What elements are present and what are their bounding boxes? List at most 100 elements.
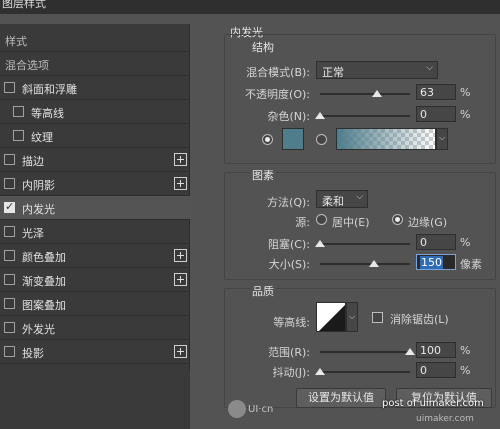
add-style-icon[interactable] xyxy=(174,345,187,358)
gradient-radio[interactable] xyxy=(316,134,327,145)
blend-mode-select[interactable]: 正常 ⌵ xyxy=(316,61,438,79)
technique-value: 柔和 xyxy=(322,195,344,208)
styles-header-label: 样式 xyxy=(5,35,27,48)
jitter-slider-thumb[interactable] xyxy=(315,368,325,375)
style-item[interactable]: 等高线 xyxy=(0,100,190,124)
contour-preview[interactable] xyxy=(316,302,346,332)
style-item[interactable]: 图案叠加 xyxy=(0,292,190,316)
range-slider[interactable] xyxy=(320,351,410,353)
gradient-dropdown-button[interactable]: ⌵ xyxy=(436,128,448,150)
noise-slider-thumb[interactable] xyxy=(315,112,325,119)
jitter-value: 0 xyxy=(420,364,427,377)
size-input[interactable]: 150 xyxy=(416,254,456,270)
style-item-label: 斜面和浮雕 xyxy=(22,83,77,96)
jitter-slider[interactable] xyxy=(320,371,410,373)
elements-title: 图素 xyxy=(250,167,276,183)
range-input[interactable]: 100 xyxy=(416,342,456,358)
add-style-icon[interactable] xyxy=(174,273,187,286)
glow-color-swatch[interactable] xyxy=(282,128,304,150)
noise-value: 0 xyxy=(420,108,427,121)
range-slider-thumb[interactable] xyxy=(405,348,415,355)
styles-list-bottom xyxy=(0,370,190,429)
style-checkbox[interactable] xyxy=(4,274,15,285)
choke-value: 0 xyxy=(420,236,427,249)
size-slider-thumb[interactable] xyxy=(369,260,379,267)
jitter-input[interactable]: 0 xyxy=(416,362,456,378)
choke-slider-thumb[interactable] xyxy=(315,240,325,247)
antialias-label: 消除锯齿(L) xyxy=(390,313,449,326)
set-default-button[interactable]: 设置为默认值 xyxy=(296,388,386,408)
style-item[interactable]: 投影 xyxy=(0,340,190,364)
source-edge-label: 边缘(G) xyxy=(408,216,448,229)
style-checkbox[interactable] xyxy=(4,154,15,165)
style-item-label: 内发光 xyxy=(22,203,55,216)
style-item[interactable]: 光泽 xyxy=(0,220,190,244)
styles-list: 样式 混合选项 斜面和浮雕等高线纹理描边内阴影内发光光泽颜色叠加渐变叠加图案叠加… xyxy=(0,24,190,429)
add-style-icon[interactable] xyxy=(174,153,187,166)
contour-curve-icon xyxy=(319,305,345,331)
chevron-down-icon: ⌵ xyxy=(439,133,446,142)
opacity-slider[interactable] xyxy=(320,93,410,95)
blending-options-item[interactable]: 混合选项 xyxy=(0,52,190,76)
size-slider[interactable] xyxy=(320,263,410,265)
blend-mode-value: 正常 xyxy=(322,66,344,79)
source-edge-radio[interactable] xyxy=(392,214,403,225)
dialog-title: 图层样式 xyxy=(2,0,46,10)
style-item-label: 光泽 xyxy=(22,227,44,240)
watermark-right-top: post of uimaker.com xyxy=(382,398,484,409)
style-checkbox[interactable] xyxy=(13,106,24,117)
choke-unit: % xyxy=(460,236,471,249)
contour-dropdown-button[interactable]: ⌵ xyxy=(346,302,358,332)
technique-label: 方法(Q): xyxy=(267,196,310,209)
noise-slider[interactable] xyxy=(320,115,410,117)
source-label: 源: xyxy=(295,216,310,229)
noise-input[interactable]: 0 xyxy=(416,106,456,122)
style-item[interactable]: 颜色叠加 xyxy=(0,244,190,268)
choke-label: 阻塞(C): xyxy=(268,238,310,251)
choke-slider[interactable] xyxy=(320,243,410,245)
style-item[interactable]: 内阴影 xyxy=(0,172,190,196)
style-item[interactable]: 描边 xyxy=(0,148,190,172)
opacity-input[interactable]: 63 xyxy=(416,84,456,100)
style-item[interactable]: 内发光 xyxy=(0,196,190,220)
source-center-radio[interactable] xyxy=(316,214,327,225)
style-checkbox[interactable] xyxy=(4,178,15,189)
style-item[interactable]: 外发光 xyxy=(0,316,190,340)
style-item[interactable]: 纹理 xyxy=(0,124,190,148)
style-checkbox[interactable] xyxy=(4,82,15,93)
dialog-title-bar: 图层样式 xyxy=(0,0,500,14)
solid-color-radio[interactable] xyxy=(262,134,273,145)
choke-input[interactable]: 0 xyxy=(416,234,456,250)
glow-gradient-swatch[interactable] xyxy=(336,128,436,150)
blending-options-label: 混合选项 xyxy=(5,59,49,72)
noise-label: 杂色(N): xyxy=(267,110,310,123)
range-value: 100 xyxy=(420,344,441,357)
size-unit: 像素 xyxy=(460,258,482,271)
style-item[interactable]: 斜面和浮雕 xyxy=(0,76,190,100)
add-style-icon[interactable] xyxy=(174,177,187,190)
opacity-slider-thumb[interactable] xyxy=(371,90,382,97)
inner-glow-panel: 内发光 结构 混合模式(B): 正常 ⌵ 不透明度(O): 63 % 杂色(N)… xyxy=(196,24,500,429)
style-item-label: 纹理 xyxy=(31,131,53,144)
style-checkbox[interactable] xyxy=(4,322,15,333)
style-checkbox[interactable] xyxy=(4,250,15,261)
styles-header[interactable]: 样式 xyxy=(0,28,190,52)
style-item-label: 等高线 xyxy=(31,107,64,120)
style-checkbox[interactable] xyxy=(13,130,24,141)
style-item-label: 外发光 xyxy=(22,323,55,336)
style-item-label: 图案叠加 xyxy=(22,299,66,312)
style-checkbox[interactable] xyxy=(4,298,15,309)
add-style-icon[interactable] xyxy=(174,249,187,262)
contour-label: 等高线: xyxy=(273,316,310,329)
blend-mode-label: 混合模式(B): xyxy=(246,66,310,79)
antialias-checkbox[interactable] xyxy=(372,312,383,323)
style-checkbox[interactable] xyxy=(4,346,15,357)
noise-unit: % xyxy=(460,108,471,121)
size-label: 大小(S): xyxy=(268,258,310,271)
chevron-down-icon: ⌵ xyxy=(356,192,363,202)
style-checkbox[interactable] xyxy=(4,226,15,237)
style-checkbox[interactable] xyxy=(4,200,15,213)
style-item[interactable]: 渐变叠加 xyxy=(0,268,190,292)
technique-select[interactable]: 柔和 ⌵ xyxy=(316,190,368,208)
structure-title: 结构 xyxy=(250,39,276,55)
